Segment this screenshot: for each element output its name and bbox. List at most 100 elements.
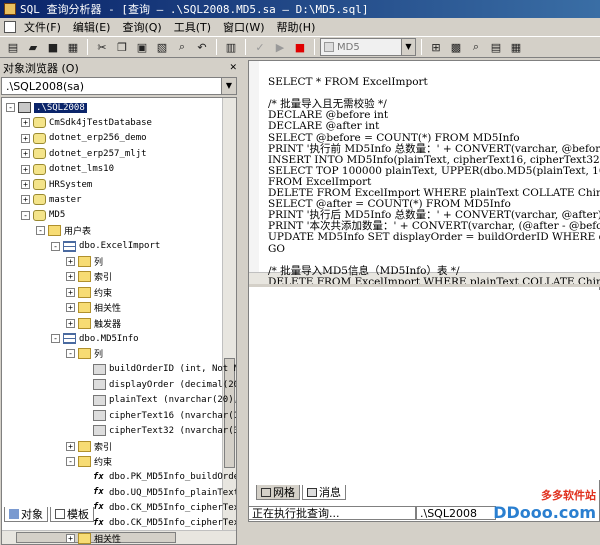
database-select[interactable]: MD5 ▼	[320, 38, 416, 56]
close-icon[interactable]: ✕	[229, 63, 237, 73]
menu-edit[interactable]: 编辑(E)	[67, 19, 117, 35]
find-icon[interactable]: ⌕	[173, 38, 191, 56]
tree-node[interactable]: buildOrderID (int, Not N	[81, 363, 236, 376]
tree-node[interactable]: + 相关性	[66, 301, 121, 314]
tree-node[interactable]: - dbo.MD5Info	[51, 332, 139, 345]
expand-icon[interactable]: +	[66, 318, 75, 328]
collapse-icon[interactable]: -	[66, 457, 75, 467]
tree-node[interactable]: cipherText16 (nvarchar(1	[81, 409, 236, 422]
parse-query-icon[interactable]: ✓	[251, 38, 269, 56]
tree-node[interactable]: + 约束	[66, 286, 112, 299]
tree-node[interactable]: - dbo.ExcelImport	[51, 240, 160, 253]
cut-icon[interactable]: ✂	[93, 38, 111, 56]
tree-node[interactable]: + dotnet_lms10	[21, 163, 114, 176]
folder-icon	[78, 317, 91, 329]
expand-icon[interactable]: +	[66, 534, 75, 544]
code-line: GO	[268, 242, 285, 255]
tree-node[interactable]: + master	[21, 193, 82, 206]
tree-node[interactable]: + dotnet_erp256_demo	[21, 132, 147, 145]
tree-node[interactable]: + 触发器	[66, 317, 121, 330]
tab-objects[interactable]: 对象	[4, 507, 48, 522]
insert-template-icon[interactable]: ▦	[64, 38, 82, 56]
database-icon	[324, 42, 334, 52]
tree-node-label: 用户表	[64, 227, 92, 238]
tree-node-label: 约束	[94, 458, 113, 469]
undo-icon[interactable]: ↶	[193, 38, 211, 56]
expand-icon[interactable]: +	[21, 118, 30, 128]
tree-node[interactable]: plainText (nvarchar(20),	[81, 394, 236, 407]
tree-node-label: CmSdk4jTestDatabase	[49, 117, 152, 128]
collapse-icon[interactable]: -	[36, 226, 45, 236]
menu-file[interactable]: 文件(F)	[18, 19, 67, 35]
object-browser: 对象浏览器 (O) ✕ .\SQL2008(sa) ▼ - .\SQL2008 + C…	[0, 60, 240, 545]
tree-node-label: dbo.CK_MD5Info_cipherTex	[109, 502, 237, 513]
cancel-query-icon[interactable]: ■	[291, 38, 309, 56]
execute-query-icon[interactable]: ▶	[271, 38, 289, 56]
expand-icon[interactable]: +	[66, 287, 75, 297]
menu-window[interactable]: 窗口(W)	[217, 19, 270, 35]
expand-icon[interactable]: +	[21, 133, 30, 143]
tree-node[interactable]: - MD5	[21, 209, 65, 222]
tree-node[interactable]: -列	[66, 347, 103, 360]
tree-node[interactable]: - 用户表	[36, 224, 91, 237]
server-select[interactable]: .\SQL2008(sa) ▼	[1, 77, 237, 95]
collapse-icon[interactable]: -	[66, 349, 75, 359]
tree-node-label: dotnet_erp257_mljt	[49, 148, 147, 159]
collapse-icon[interactable]: -	[6, 103, 15, 112]
object-browser-tabs: 对象 模板	[4, 507, 94, 522]
tab-messages[interactable]: 消息	[302, 485, 346, 500]
open-icon[interactable]: ▰	[24, 38, 42, 56]
collapse-icon[interactable]: -	[51, 241, 60, 251]
expand-icon[interactable]: +	[21, 195, 30, 205]
sql-editor[interactable]: SELECT * FROM ExcelImport/* 批量导入且无需校验 */…	[249, 61, 600, 287]
grid-icon	[261, 487, 271, 497]
code-line: SELECT * FROM ExcelImport	[268, 76, 428, 88]
menu-query[interactable]: 查询(Q)	[116, 19, 167, 35]
tree-node[interactable]: + dotnet_erp257_mljt	[21, 147, 147, 160]
expand-icon[interactable]: +	[21, 164, 30, 174]
expand-icon[interactable]: +	[66, 441, 75, 451]
expand-icon[interactable]: +	[66, 272, 75, 282]
expand-icon[interactable]: +	[21, 180, 30, 189]
tree-node-label: 列	[94, 258, 104, 268]
results-pane[interactable]	[249, 290, 600, 480]
tree-node[interactable]: + 相关性	[66, 532, 121, 544]
chevron-down-icon[interactable]: ▼	[401, 39, 415, 55]
object-browser-icon[interactable]: ▩	[447, 38, 465, 56]
clear-window-icon[interactable]: ▧	[153, 38, 171, 56]
copy-icon[interactable]: ❐	[113, 38, 131, 56]
tree-node[interactable]: + 索引	[66, 270, 112, 283]
expand-icon[interactable]: +	[21, 149, 30, 159]
folder-icon	[78, 440, 91, 452]
menu-help[interactable]: 帮助(H)	[271, 19, 322, 35]
current-connection-icon[interactable]: ▤	[487, 38, 505, 56]
tree-node[interactable]: fx dbo.PK_MD5Info_buildOrde	[81, 471, 236, 484]
tree-node[interactable]: + 列	[66, 255, 103, 268]
tree-node[interactable]: fx dbo.UQ_MD5Info_plainText	[81, 486, 236, 499]
tree-node[interactable]: + 索引	[66, 440, 112, 453]
tab-templates[interactable]: 模板	[50, 507, 94, 522]
tree-node[interactable]: - 约束	[66, 455, 112, 468]
menu-tools[interactable]: 工具(T)	[168, 19, 217, 35]
collapse-icon[interactable]: -	[21, 210, 30, 220]
new-query-icon[interactable]: ▤	[4, 38, 22, 56]
tree-node[interactable]: fx dbo.CK_MD5Info_cipherTex	[81, 501, 237, 514]
collapse-icon[interactable]: -	[51, 334, 60, 343]
results-mode-icon[interactable]: ▥	[222, 38, 240, 56]
save-icon[interactable]: ■	[44, 38, 62, 56]
show-results-icon[interactable]: ▦	[507, 38, 525, 56]
chevron-down-icon[interactable]: ▼	[221, 78, 236, 94]
object-search-icon[interactable]: ⌕	[467, 38, 485, 56]
tree-node[interactable]: + HRSystem	[21, 178, 92, 191]
expand-icon[interactable]: +	[66, 303, 75, 313]
paste-icon[interactable]: ▣	[133, 38, 151, 56]
execution-plan-icon[interactable]: ⊞	[427, 38, 445, 56]
tree-node[interactable]: displayOrder (decimal(20	[81, 378, 236, 391]
tree-node[interactable]: fx dbo.CK_MD5Info_cipherTex	[81, 517, 236, 530]
tree-node[interactable]: cipherText32 (nvarchar(3	[81, 424, 236, 437]
tab-grid[interactable]: 网格	[256, 485, 300, 500]
expand-icon[interactable]: +	[66, 257, 75, 266]
document-icon[interactable]	[4, 21, 16, 33]
tree-node[interactable]: + CmSdk4jTestDatabase	[21, 116, 152, 129]
tree-node[interactable]: - .\SQL2008	[6, 101, 87, 114]
